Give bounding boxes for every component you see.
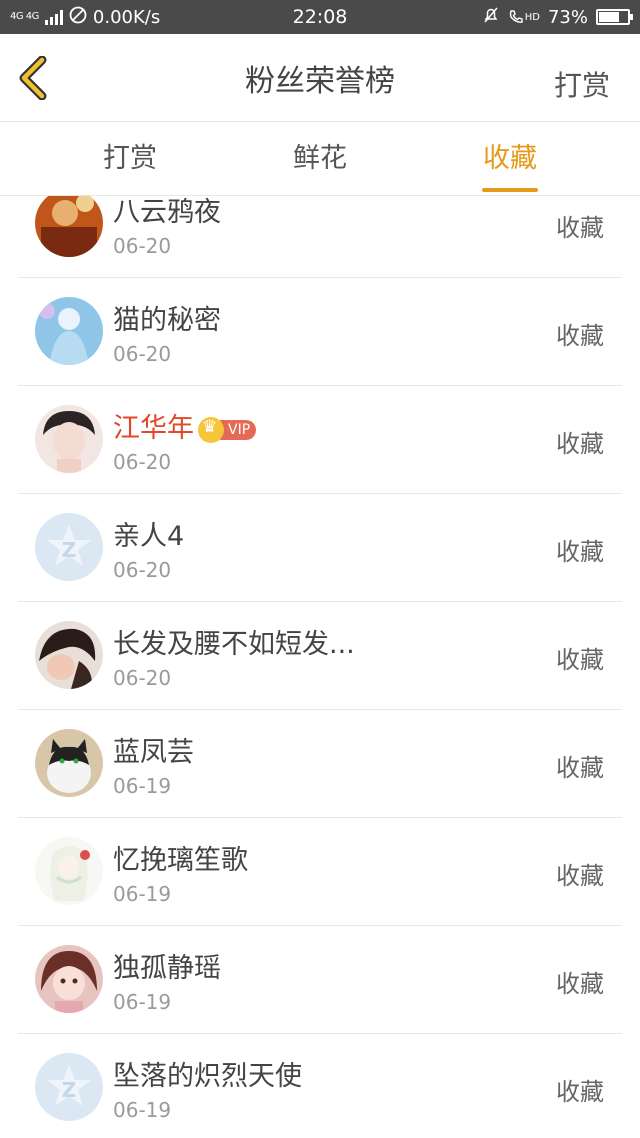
item-date: 06-19	[113, 774, 172, 798]
avatar	[35, 196, 103, 257]
hd-label: HD	[524, 11, 540, 23]
item-date: 06-19	[113, 882, 172, 906]
list-item[interactable]: 忆挽璃笙歌 06-19 收藏	[18, 818, 622, 926]
default-avatar-icon: Z	[35, 513, 103, 581]
user-name: 八云鸦夜	[113, 197, 221, 228]
user-name: 坠落的炽烈天使	[113, 1061, 302, 1092]
item-action: 收藏	[556, 646, 604, 674]
item-action: 收藏	[556, 322, 604, 350]
user-name-vip: 江华年 VIP	[113, 406, 257, 445]
bell-muted-icon	[482, 6, 500, 29]
avatar	[35, 297, 103, 365]
phone-hd-icon: HD	[508, 9, 540, 25]
vip-label: VIP	[220, 419, 257, 440]
tab-bar: 打赏 鲜花 收藏	[0, 122, 640, 196]
item-date: 06-20	[113, 666, 172, 690]
list-item[interactable]: 江华年 VIP 06-20 收藏	[18, 386, 622, 494]
list-item[interactable]: 蓝凤芸 06-19 收藏	[18, 710, 622, 818]
tab-reward[interactable]: 打赏	[70, 122, 190, 196]
item-date: 06-20	[113, 342, 172, 366]
item-action: 收藏	[556, 754, 604, 782]
page-title: 粉丝荣誉榜	[245, 63, 395, 99]
item-action: 收藏	[556, 970, 604, 998]
item-date: 06-20	[113, 450, 172, 474]
list-item[interactable]: 独孤静瑶 06-19 收藏	[18, 926, 622, 1034]
default-avatar-icon: Z	[35, 1053, 103, 1121]
list-item[interactable]: 长发及腰不如短发... 06-20 收藏	[18, 602, 622, 710]
item-action: 收藏	[556, 430, 604, 458]
item-action: 收藏	[556, 538, 604, 566]
avatar: Z	[35, 513, 103, 581]
chevron-left-icon	[19, 55, 47, 101]
status-right: HD 73%	[482, 6, 633, 29]
tab-collect[interactable]: 收藏	[450, 122, 570, 196]
avatar	[35, 729, 103, 797]
status-left: 4G 4G 0.00K/s	[10, 6, 482, 29]
nav-bar: 粉丝荣誉榜 打赏	[0, 34, 640, 122]
battery-icon	[596, 9, 633, 25]
user-name: 长发及腰不如短发...	[113, 629, 355, 660]
user-name: 猫的秘密	[113, 305, 221, 336]
avatar	[35, 837, 103, 905]
network-type: 4G 4G	[10, 11, 39, 22]
item-date: 06-20	[113, 234, 172, 258]
item-action: 收藏	[556, 214, 604, 242]
battery-percent: 73%	[547, 6, 588, 28]
item-date: 06-19	[113, 990, 172, 1014]
item-date: 06-20	[113, 558, 172, 582]
item-action: 收藏	[556, 862, 604, 890]
list-item[interactable]: Z 坠落的炽烈天使 06-19 收藏	[18, 1034, 622, 1138]
svg-text:Z: Z	[62, 1078, 77, 1102]
tab-flowers[interactable]: 鲜花	[260, 122, 380, 196]
avatar: Z	[35, 1053, 103, 1121]
battery-fill	[599, 12, 619, 22]
list-item[interactable]: Z 亲人4 06-20 收藏	[18, 494, 622, 602]
signal-icon	[44, 9, 63, 25]
user-name: 独孤静瑶	[113, 953, 221, 984]
user-name: 亲人4	[113, 521, 185, 552]
list-item[interactable]: 猫的秘密 06-20 收藏	[18, 278, 622, 386]
vip-badge: VIP	[198, 416, 257, 443]
user-name: 江华年	[113, 413, 194, 444]
item-action: 收藏	[556, 1078, 604, 1106]
back-button[interactable]	[14, 55, 54, 101]
avatar	[35, 621, 103, 689]
avatar	[35, 945, 103, 1013]
network-speed: 0.00K/s	[92, 6, 161, 28]
user-name: 忆挽璃笙歌	[113, 845, 248, 876]
list-item[interactable]: 八云鸦夜 06-20 收藏	[18, 196, 622, 278]
avatar	[35, 405, 103, 473]
item-date: 06-19	[113, 1098, 172, 1122]
status-bar: 4G 4G 0.00K/s 22:08 HD 73%	[0, 0, 640, 34]
user-name: 蓝凤芸	[113, 737, 194, 768]
reward-button[interactable]: 打赏	[554, 64, 610, 104]
svg-text:Z: Z	[62, 538, 77, 562]
fan-list: 八云鸦夜 06-20 收藏 猫的秘密 06-20 收藏 江华年 VIP 06-20…	[0, 196, 640, 1138]
no-disturb-icon	[69, 6, 87, 29]
crown-icon	[198, 416, 224, 443]
